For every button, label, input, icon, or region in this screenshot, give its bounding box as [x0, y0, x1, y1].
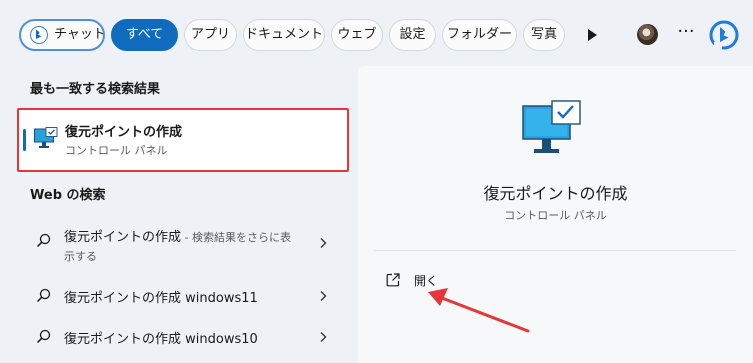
play-icon[interactable]	[583, 26, 601, 44]
folders-filter-button[interactable]: フォルダー	[442, 19, 517, 51]
chat-filter-label: チャット	[54, 27, 105, 42]
web-result-hint: - 検索結果をさらに表	[181, 231, 291, 244]
search-icon	[36, 329, 51, 344]
documents-filter-label: ドキュメント	[244, 27, 323, 42]
bing-chat-icon	[30, 26, 48, 44]
web-filter-button[interactable]: ウェブ	[331, 19, 383, 51]
settings-filter-button[interactable]: 設定	[389, 19, 436, 51]
web-result-item[interactable]: 復元ポイントの作成 - 検索結果をさらに表 示する	[28, 222, 343, 266]
annotation-arrow	[428, 288, 530, 333]
best-match-heading: 最も一致する検索結果	[30, 82, 161, 97]
ellipsis-icon[interactable]: ···	[675, 22, 697, 46]
avatar[interactable]	[637, 24, 658, 45]
photos-filter-label: 写真	[530, 27, 557, 42]
web-result-text: 復元ポイントの作成 windows11	[64, 291, 258, 306]
divider	[374, 250, 736, 251]
web-filter-label: ウェブ	[337, 27, 377, 42]
preview-pane: 復元ポイントの作成 コントロール パネル 開く	[358, 66, 753, 363]
web-result-text: 復元ポイントの作成 windows10	[64, 332, 258, 347]
chat-filter-button[interactable]: チャット	[19, 19, 105, 51]
web-result-item[interactable]: 復元ポイントの作成 windows11	[28, 284, 343, 308]
web-result-query: 復元ポイントの作成	[64, 230, 182, 245]
monitor-check-icon	[34, 127, 58, 148]
best-match-subtitle: コントロール パネル	[65, 144, 168, 157]
bing-icon[interactable]	[708, 18, 740, 52]
photos-filter-button[interactable]: 写真	[523, 19, 565, 51]
all-filter-label: すべて	[125, 27, 164, 42]
chevron-right-icon	[320, 332, 327, 342]
best-match-result[interactable]: 復元ポイントの作成 コントロール パネル	[17, 108, 349, 172]
settings-filter-label: 設定	[399, 27, 426, 42]
chevron-right-icon	[320, 291, 327, 301]
selection-indicator	[23, 129, 26, 151]
apps-filter-button[interactable]: アプリ	[184, 19, 237, 51]
documents-filter-button[interactable]: ドキュメント	[243, 19, 325, 51]
folders-filter-label: フォルダー	[446, 27, 512, 42]
external-link-icon	[386, 273, 400, 287]
apps-filter-label: アプリ	[190, 27, 230, 42]
web-result-hint-continued: 示する	[64, 250, 97, 263]
best-match-title: 復元ポイントの作成	[65, 125, 183, 140]
web-result-item[interactable]: 復元ポイントの作成 windows10	[28, 325, 343, 349]
chevron-right-icon	[320, 238, 327, 248]
monitor-check-icon	[522, 100, 581, 153]
all-filter-button[interactable]: すべて	[111, 19, 178, 51]
web-result-text: 復元ポイントの作成 - 検索結果をさらに表	[64, 226, 291, 245]
web-search-heading: Web の検索	[30, 188, 106, 203]
search-icon	[36, 288, 51, 303]
preview-subtitle: コントロール パネル	[504, 209, 607, 222]
search-filter-bar: チャット すべて アプリ ドキュメント ウェブ 設定 フォルダー 写真 ···	[0, 0, 753, 66]
preview-title: 復元ポイントの作成	[483, 184, 628, 203]
search-icon	[36, 233, 51, 248]
